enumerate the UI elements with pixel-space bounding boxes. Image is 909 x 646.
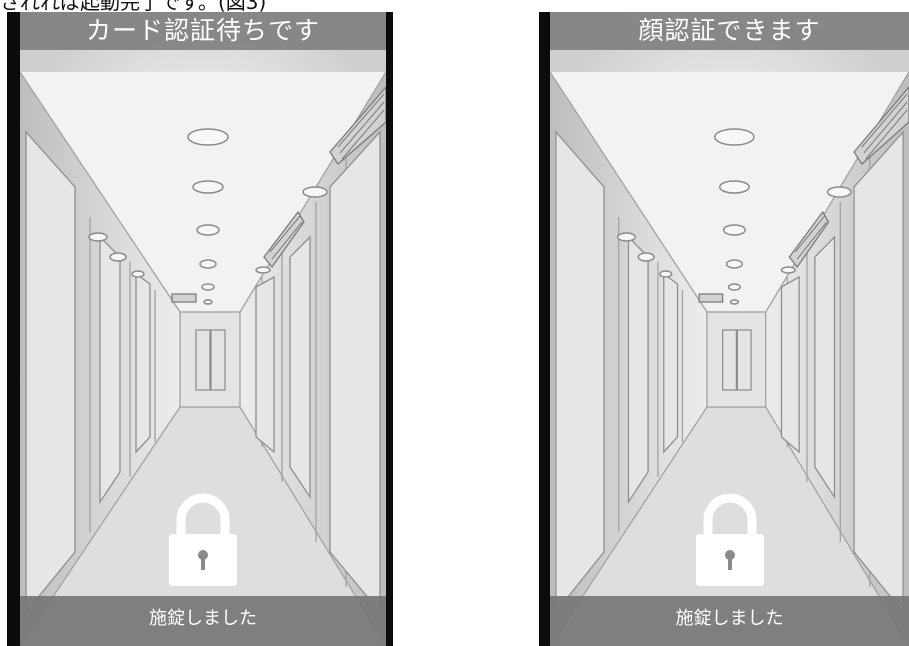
device-screen-card-waiting: カード認証待ちです 施錠しました bbox=[7, 12, 393, 646]
screen: カード認証待ちです 施錠しました bbox=[20, 12, 386, 646]
status-header: 顔認証できます bbox=[550, 12, 909, 50]
padlock-locked-icon bbox=[695, 493, 764, 586]
device-screen-face-ready: 顔認証できます 施錠しました bbox=[539, 12, 909, 646]
padlock-locked-icon bbox=[169, 493, 237, 586]
lock-status-footer: 施錠しました bbox=[20, 596, 386, 646]
screen: 顔認証できます 施錠しました bbox=[550, 12, 909, 646]
status-header: カード認証待ちです bbox=[20, 12, 386, 50]
lock-status-footer: 施錠しました bbox=[550, 596, 909, 646]
